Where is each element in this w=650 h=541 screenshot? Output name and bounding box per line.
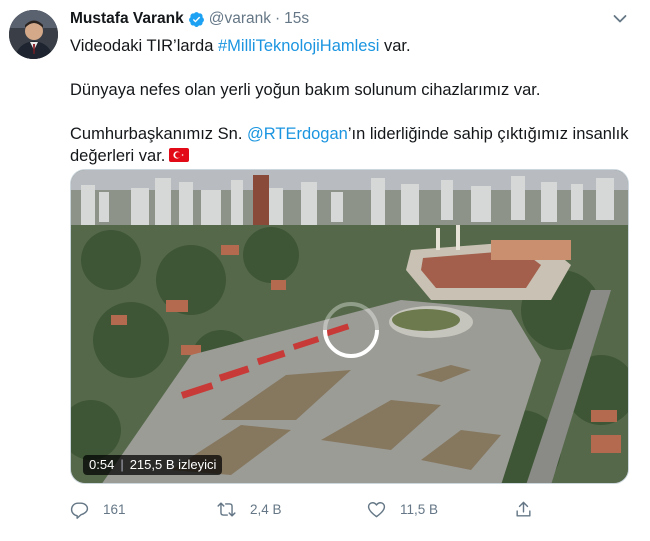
heart-icon <box>367 501 386 517</box>
retweet-button[interactable]: 2,4 B <box>217 498 282 520</box>
author-handle[interactable]: @varank <box>209 10 271 28</box>
tweet-text: Videodaki TIR’larda #MilliTeknolojiHamle… <box>70 35 630 167</box>
tweet-header: Mustafa Varank @varank · 15s <box>70 9 309 29</box>
video-info-overlay: 0:54 | 215,5 B izleyici <box>83 455 223 475</box>
tweet-card[interactable]: Mustafa Varank @varank · 15s Videodaki T… <box>0 0 650 541</box>
retweet-count: 2,4 B <box>250 501 282 517</box>
tweet-paragraph-2: Dünyaya nefes olan yerli yoğun bakım sol… <box>70 81 541 99</box>
verified-badge-icon <box>188 11 204 27</box>
video-duration: 0:54 <box>89 457 115 472</box>
tweet-actions: 161 2,4 B 11,5 B <box>70 498 540 520</box>
text-segment: Videodaki TIR’larda <box>70 37 218 55</box>
reply-icon <box>70 501 89 519</box>
like-count: 11,5 B <box>400 501 439 517</box>
tweet-paragraph-3: Cumhurbaşkanımız Sn. @RTErdogan’ın lider… <box>70 123 630 167</box>
share-button[interactable] <box>514 498 547 520</box>
reply-button[interactable]: 161 <box>70 498 126 520</box>
text-segment: var. <box>379 37 411 55</box>
tweet-paragraph-1: Videodaki TIR’larda #MilliTeknolojiHamle… <box>70 35 630 57</box>
avatar[interactable] <box>9 10 58 59</box>
chevron-down-icon[interactable] <box>613 14 627 24</box>
mention-link[interactable]: @RTErdogan <box>247 125 348 143</box>
author-name[interactable]: Mustafa Varank <box>70 10 184 28</box>
hashtag-link[interactable]: #MilliTeknolojiHamlesi <box>218 37 379 55</box>
tweet-timestamp[interactable]: 15s <box>284 10 309 28</box>
video-frame[interactable] <box>71 170 629 484</box>
turkey-flag-icon <box>169 148 190 162</box>
retweet-icon <box>217 501 236 517</box>
share-icon <box>516 501 531 517</box>
like-button[interactable]: 11,5 B <box>367 498 438 520</box>
video-view-count: 215,5 B izleyici <box>129 457 217 472</box>
overlay-divider: | <box>120 457 124 472</box>
video-player[interactable]: 0:54 | 215,5 B izleyici <box>70 169 629 484</box>
separator-dot: · <box>274 10 281 27</box>
reply-count: 161 <box>103 501 126 517</box>
text-segment: Cumhurbaşkanımız Sn. <box>70 125 247 143</box>
